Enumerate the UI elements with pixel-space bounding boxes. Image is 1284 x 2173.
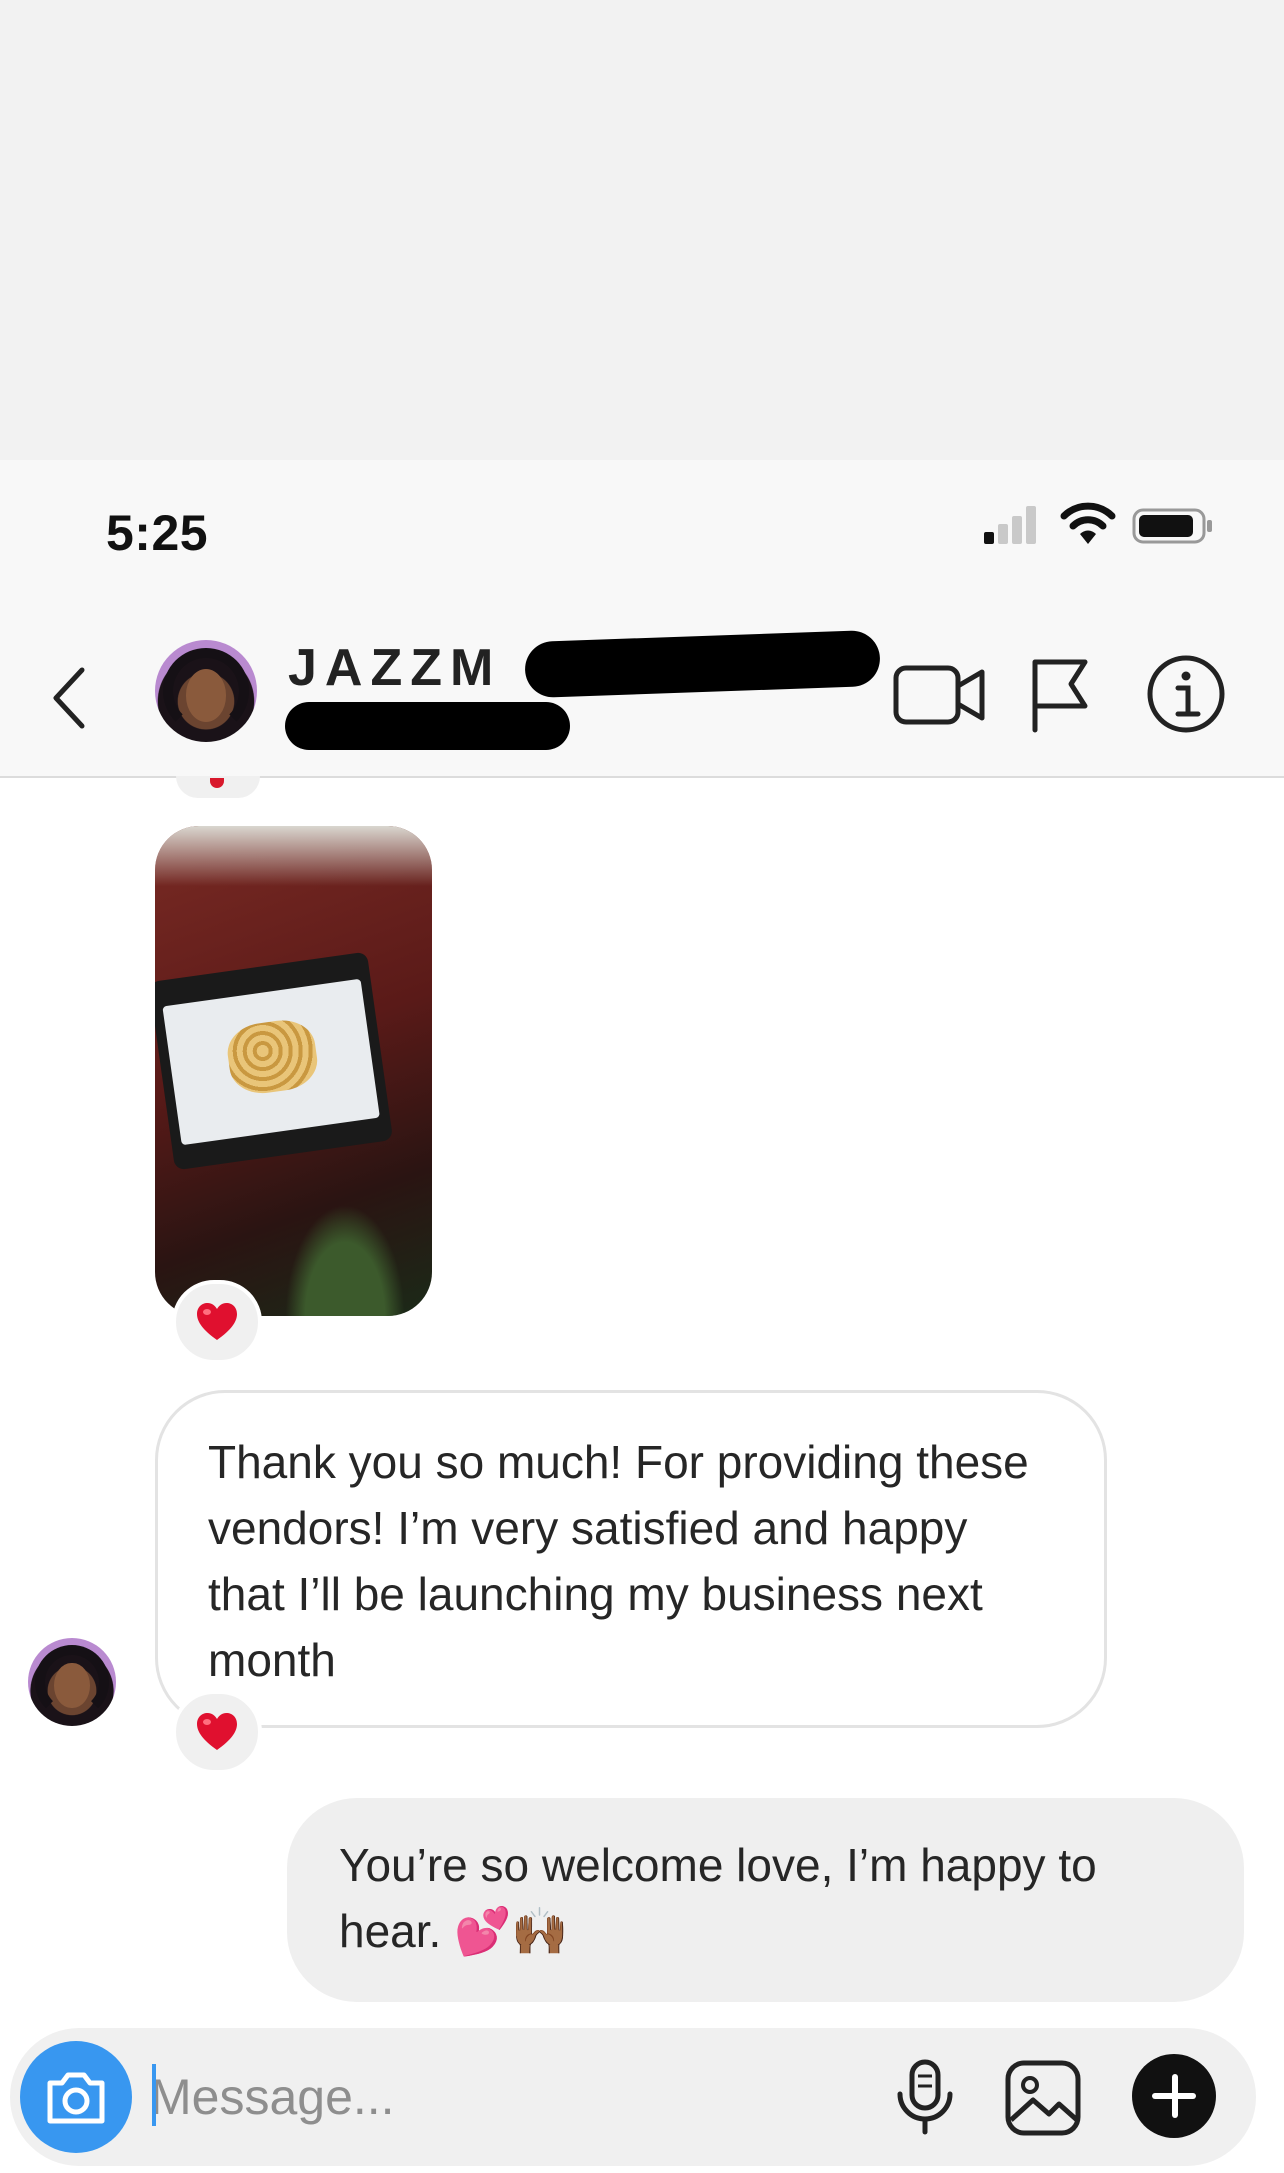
incoming-message-bubble[interactable]: Thank you so much! For providing these v…: [155, 1390, 1107, 1728]
add-button[interactable]: [1132, 2054, 1216, 2138]
contact-username[interactable]: JAZZM: [288, 638, 501, 698]
heart-reaction[interactable]: [172, 1280, 262, 1364]
heart-reaction[interactable]: [172, 1690, 262, 1774]
reaction-partial: [176, 776, 260, 798]
blank-area: [0, 0, 1284, 460]
video-call-icon[interactable]: [890, 652, 990, 736]
message-input[interactable]: [150, 2062, 750, 2132]
redaction-mark: [285, 702, 570, 750]
chat-header: JAZZM: [0, 610, 1284, 778]
message-thread[interactable]: Thank you so much! For providing these v…: [0, 776, 1284, 2028]
info-icon[interactable]: [1144, 652, 1228, 736]
wifi-icon: [1060, 502, 1116, 544]
heart-icon: [197, 1713, 237, 1750]
gallery-icon[interactable]: [1003, 2058, 1083, 2138]
contact-avatar[interactable]: [155, 640, 257, 742]
heart-icon: [197, 1303, 237, 1340]
camera-icon: [47, 2072, 105, 2124]
cellular-signal-icon: [984, 504, 1044, 544]
sender-avatar[interactable]: [28, 1638, 116, 1726]
redaction-mark: [524, 629, 881, 699]
outgoing-message-bubble[interactable]: You’re so welcome love, I’m happy to hea…: [287, 1798, 1244, 2002]
battery-icon: [1132, 508, 1212, 544]
flag-icon[interactable]: [1025, 652, 1095, 736]
status-time: 5:25: [106, 505, 209, 561]
text-caret: [152, 2064, 156, 2126]
microphone-icon[interactable]: [890, 2058, 960, 2138]
status-bar: 5:25: [0, 460, 1284, 610]
message-composer: [10, 2028, 1256, 2166]
back-chevron-icon[interactable]: [42, 658, 102, 738]
camera-button[interactable]: [20, 2041, 132, 2153]
photo-message[interactable]: [155, 826, 432, 1316]
